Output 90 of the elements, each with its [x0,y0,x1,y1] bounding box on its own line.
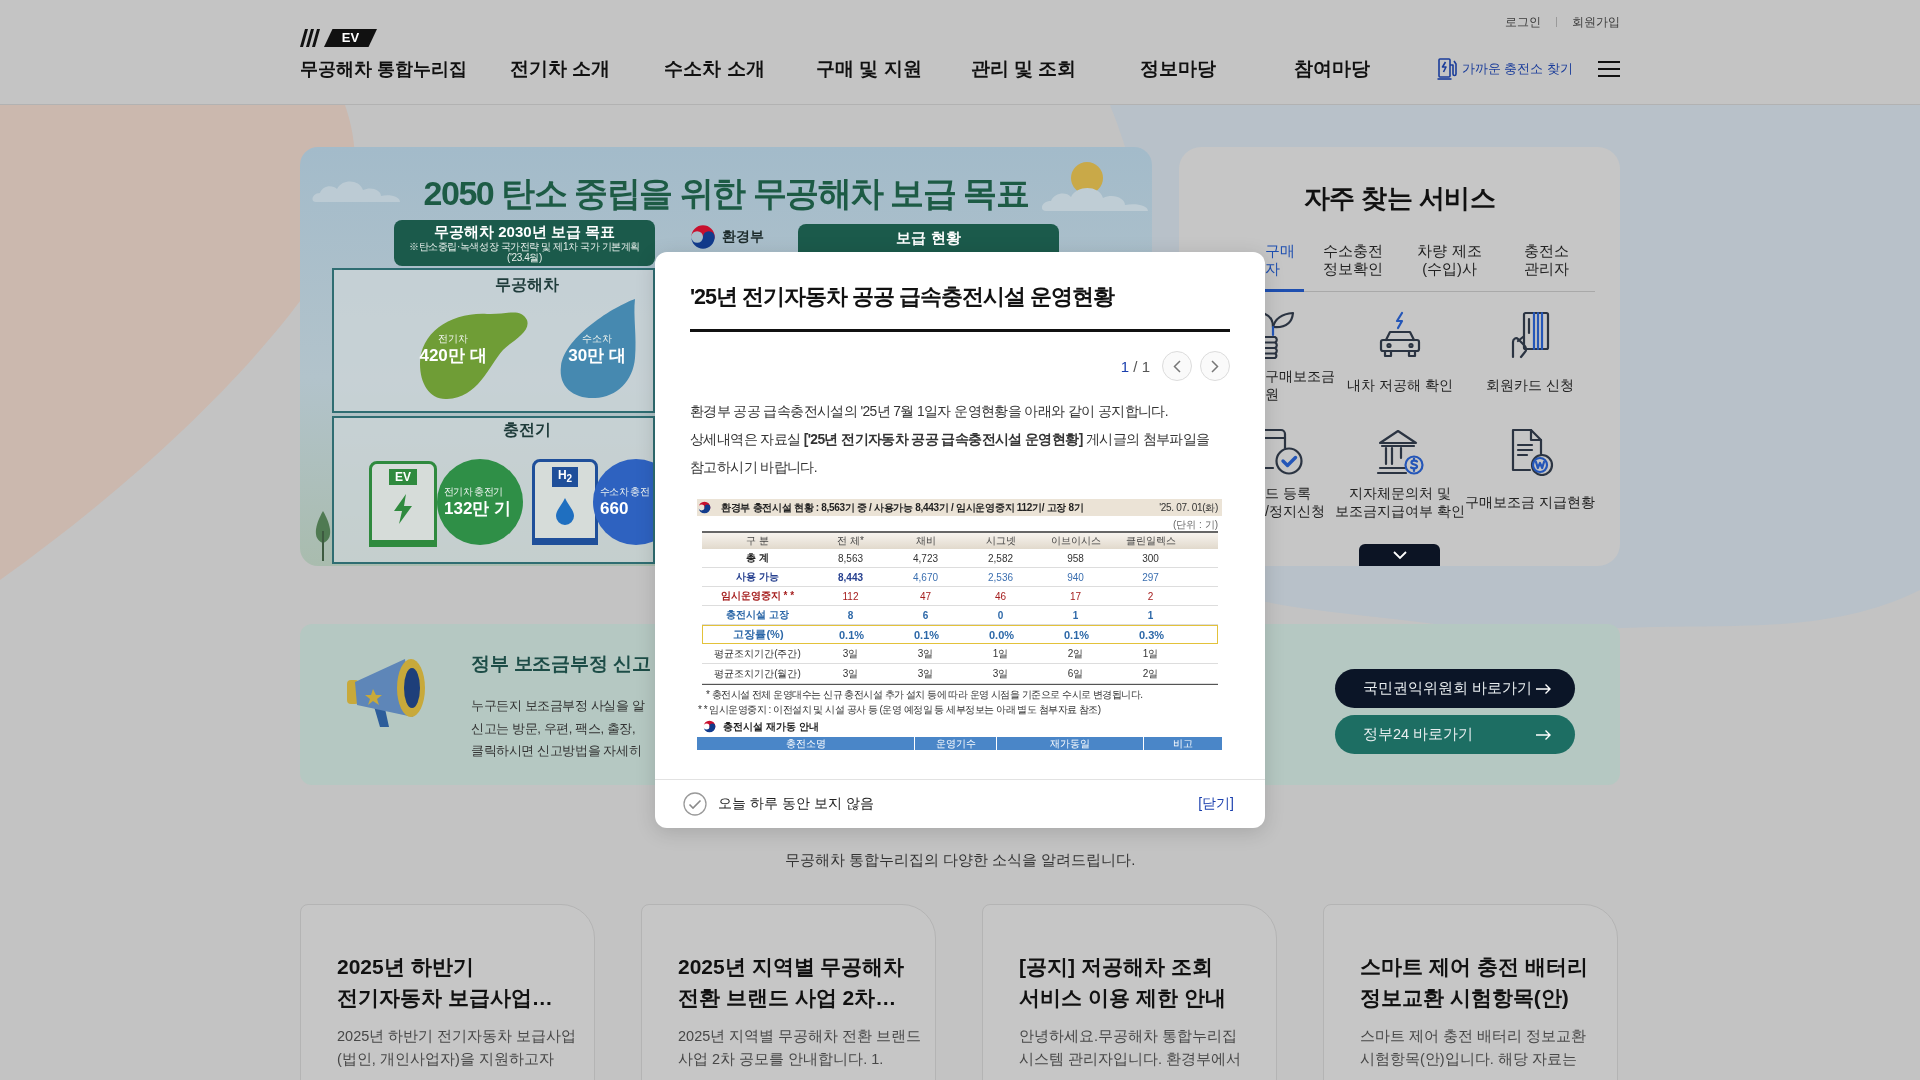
popup-message: 환경부 공공 급속충전시설의 '25년 7월 1일자 운영현황을 아래와 같이 공지합니다. 상세내역은 자료실 ['25년 전기자동차 공공 급속충전시설 운영현황] 게시글의 첨부파일을 참고하시기 바랍니다. [690,403,1210,477]
pump-label: EV [389,469,417,485]
banner-title: 2050 탄소 중립을 위한 무공해차 보급 목표 [423,173,1029,214]
services-title: 자주 찾는 서비스 [1303,183,1496,214]
news-title: 스마트 제어 충전 배터리 정보교환 시험항목(안) [1360,954,1588,1011]
charger-target-value: 660 [600,497,629,520]
ministry-name: 환경부 [722,228,764,246]
table-cell: 46 [994,590,1007,602]
table-cell: 고장률(%) [733,627,784,642]
table-cell: 1 [1147,609,1154,621]
table-cell: 8,443 [838,571,863,583]
report-description: 누구든지 보조금부정 사실을 알 신고는 방문, 우편, 팩스, 출장, 클릭하시면 신고방법을 자세히 [471,697,645,760]
column-header: 구 분 [746,534,769,548]
table-cell: 2,536 [988,571,1013,583]
unit-label: (단위 : 기) [1173,518,1218,531]
table-cell: 297 [1142,571,1159,583]
table-cell: 3일 [917,646,934,661]
popup-title: '25년 전기자동차 공공 급속충전시설 운영현황 [690,284,1114,311]
table-cell: 0.3% [1138,628,1165,641]
table-cell: 8,563 [838,552,863,564]
table-cell: 17 [1069,590,1082,602]
table-cell: 임시운영중지 * * [720,589,795,603]
table-cell: 4,723 [913,552,938,564]
page-counter: 1 / 1 [1120,357,1150,375]
column-header: 클린일렉스 [1125,534,1176,548]
table-cell: 2 [1147,590,1154,602]
table-cell: 112 [842,590,859,602]
news-title: [공지] 저공해차 조회 서비스 이용 제한 안내 [1019,954,1226,1011]
table-cell: 1일 [992,646,1009,661]
column-header: 채비 [915,534,936,548]
column-header: 운영기수 [915,737,996,750]
vehicle-type: 전기차 [438,332,468,345]
column-header: 이브이시스 [1050,534,1101,548]
table-cell: 47 [919,590,932,602]
table-cell: 6일 [1067,666,1084,681]
charger-target-value: 132만 기 [444,497,512,520]
logo-badge: EV [324,29,377,47]
column-header: 비고 [1144,737,1222,750]
status-heading: 보급 현황 [798,224,1059,252]
table-cell: 2,582 [988,552,1013,564]
status-summary: 환경부 충전시설 현황 : 8,563기 중 / 사용가능 8,443기 / 임시운영중지 112기/ 고장 8기 [721,500,1084,515]
news-summary: 안녕하세요.무공해차 통합누리집 시스템 관리자입니다. 환경부에서 [1019,1027,1242,1069]
table-cell: 1일 [1142,646,1159,661]
news-title: 2025년 지역별 무공해차 전환 브랜드 사업 2차… [678,954,905,1011]
table-cell: 사용 가능 [736,570,779,584]
panel-heading: 충전기 [502,420,552,440]
table-footnote: * 충전시설 전체 운영대수는 신규 충전시설 추가 설치 등에 따라 운영 시점을 기준으로 수시로 변경됩니다. [706,688,1143,702]
column-header: 재가동일 [997,737,1143,750]
table-cell: 0.1% [838,628,865,641]
table-cell: 300 [1142,552,1159,564]
goal-note: ※탄소중립·녹색성장 국가전략 및 제1차 국가 기본계획('23.4월) [407,241,642,263]
table-cell: 3일 [992,666,1009,681]
report-date: '25. 07. 01(화) [1159,500,1218,515]
table-cell: 0 [997,609,1004,621]
charger-type: 수소차 충전 [600,484,650,498]
table-cell: 2일 [1142,666,1159,681]
table-cell: 2일 [1067,646,1084,661]
news-summary: 2025년 지역별 무공해차 전환 브랜드 사업 2차 공모를 안내합니다. 1. [678,1027,922,1069]
table-cell: 958 [1067,552,1084,564]
table-footnote: * * 임시운영중지 : 이전설치 및 시설 공사 등 (운영 예정일 등 세부정보는 아래 별도 첨부자료 참조) [698,703,1101,717]
goal-heading: 무공해차 2030년 보급 목표 [434,223,615,241]
table-cell: 총 계 [746,551,769,565]
news-title: 2025년 하반기 전기자동차 보급사업… [337,954,553,1011]
column-header: 시그넷 [985,534,1016,548]
table-cell: 평균조치기간(월간) [714,666,801,681]
news-summary: 스마트 제어 충전 배터리 정보교환 시험항목(안)입니다. 해당 자료는 [1360,1027,1587,1069]
table-cell: 6 [922,609,929,621]
table-cell: 4,670 [913,571,938,583]
charger-type: 전기차 충전기 [444,484,503,498]
section-heading: 충전시설 재가동 안내 [723,719,819,734]
table-cell: 0.1% [1063,628,1090,641]
report-title: 정부 보조금부정 신고 [471,652,651,676]
table-cell: 평균조치기간(주간) [714,646,801,661]
pump-label: H$_{2}$ [551,467,579,488]
news-summary: 2025년 하반기 전기자동차 보급사업 (법인, 개인사업자)을 지원하고자 [337,1027,577,1069]
panel-heading: 무공해차 [494,275,560,295]
news-subtitle: 무공해차 통합누리집의 다양한 소식을 알려드립니다. [784,851,1136,868]
column-header: 충전소명 [697,737,914,750]
table-cell: 8 [847,609,854,621]
column-header: 전 체* [837,534,864,548]
table-cell: 940 [1067,571,1084,583]
table-cell: 3일 [842,666,859,681]
table-cell: 3일 [917,666,934,681]
table-cell: 충전시설 고장 [726,608,789,622]
vehicle-type: 수소차 [582,332,612,345]
table-cell: 0.1% [913,628,940,641]
table-cell: 3일 [842,646,859,661]
table-cell: 1 [1072,609,1079,621]
vehicle-target-value: 30만 대 [568,345,626,366]
table-cell: 0.0% [988,628,1015,641]
